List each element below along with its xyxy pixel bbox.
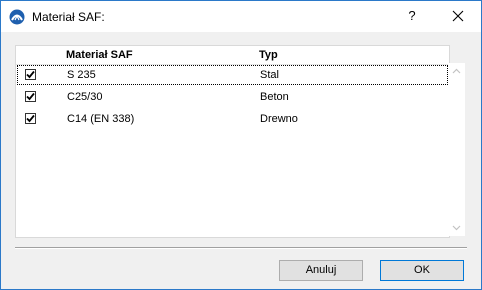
row-checkbox[interactable] (25, 69, 36, 80)
cancel-button[interactable]: Anuluj (279, 260, 363, 281)
footer-separator (15, 247, 467, 249)
table-row[interactable]: S 235 Stal (17, 65, 448, 85)
row-checkbox[interactable] (25, 91, 36, 102)
column-header-material[interactable]: Materiał SAF (66, 48, 133, 62)
type-cell: Beton (260, 91, 289, 103)
material-list[interactable]: Materiał SAF Typ S 235 Stal C25/30 Beton… (15, 45, 450, 238)
close-icon[interactable] (447, 5, 469, 27)
title-bar[interactable]: Materiał SAF: ? (1, 1, 481, 32)
checkmark-icon (26, 114, 35, 123)
checkmark-icon (26, 92, 35, 101)
row-checkbox[interactable] (25, 113, 36, 124)
material-cell: C25/30 (67, 91, 103, 103)
dialog-window: Materiał SAF: ? Materiał SAF Typ S 235 S… (0, 0, 482, 290)
column-header-type[interactable]: Typ (259, 48, 278, 62)
checkmark-icon (26, 70, 35, 79)
list-header: Materiał SAF Typ (16, 46, 449, 65)
dialog-title: Materiał SAF: (32, 10, 105, 24)
material-cell: C14 (EN 338) (67, 113, 135, 125)
archicad-app-icon (9, 9, 25, 25)
table-row[interactable]: C25/30 Beton (17, 87, 448, 107)
scroll-up-icon[interactable] (448, 63, 465, 80)
type-cell: Drewno (260, 113, 298, 125)
table-row[interactable]: C14 (EN 338) Drewno (17, 109, 448, 129)
material-cell: S 235 (67, 69, 96, 81)
vertical-scrollbar[interactable] (448, 63, 465, 236)
scroll-down-icon[interactable] (448, 219, 465, 236)
ok-button[interactable]: OK (380, 260, 464, 281)
help-button[interactable]: ? (401, 5, 423, 27)
type-cell: Stal (260, 69, 279, 81)
